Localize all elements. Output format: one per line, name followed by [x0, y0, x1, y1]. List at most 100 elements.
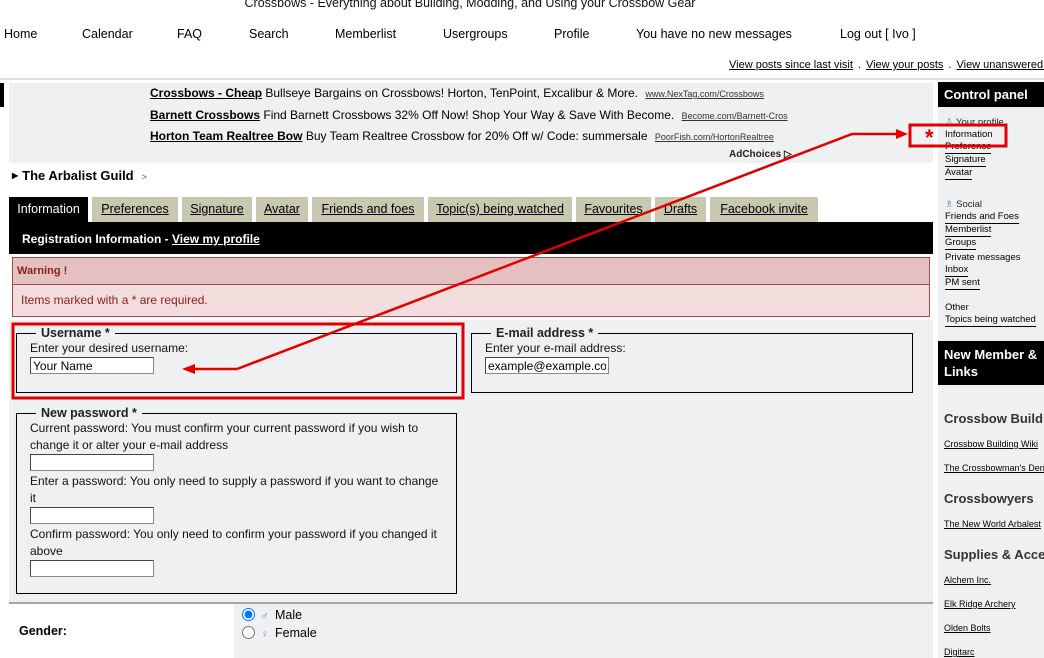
cp-pm-heading: Private messages: [945, 252, 1021, 263]
header-divider: [0, 78, 1044, 80]
cp-pm-sent[interactable]: PM sent: [945, 277, 980, 290]
tab-drafts[interactable]: Drafts: [655, 197, 706, 222]
gender-female-label: Female: [275, 626, 317, 640]
tab-facebook-invite[interactable]: Facebook invite: [710, 197, 818, 222]
nav-memberlist[interactable]: Memberlist: [335, 27, 396, 41]
cp-inbox[interactable]: Inbox: [945, 264, 969, 277]
nav-profile[interactable]: Profile: [554, 27, 589, 41]
current-password-input[interactable]: [30, 454, 154, 471]
tab-preferences[interactable]: Preferences: [92, 197, 178, 222]
view-profile-link[interactable]: View my profile: [172, 232, 260, 246]
users-icon: ♗: [945, 199, 954, 210]
user-icon: ♙: [945, 117, 954, 128]
ad-text: Find Barnett Crossbows 32% Off Now! Shop…: [263, 108, 675, 122]
ad-block: Crossbows - Cheap Bullseye Bargains on C…: [9, 83, 933, 163]
tab-topics-watched[interactable]: Topic(s) being watched: [428, 197, 572, 222]
links-category: Crossbow Building: [944, 411, 1044, 426]
cp-groups[interactable]: Groups: [945, 237, 977, 250]
nav-logout[interactable]: Log out [ Ivo ]: [840, 27, 916, 41]
username-input[interactable]: [30, 357, 154, 374]
control-panel-title: Control panel: [938, 82, 1044, 107]
nav-home[interactable]: Home: [4, 27, 37, 41]
quick-links: View posts since last visit. View your po…: [729, 59, 1044, 71]
username-legend: Username *: [41, 326, 110, 340]
tab-avatar[interactable]: Avatar: [256, 197, 308, 222]
email-input[interactable]: [485, 357, 609, 374]
new-password-label: Enter a password: You only need to suppl…: [30, 474, 439, 505]
link-item[interactable]: Elk Ridge Archery: [944, 599, 1016, 609]
link-unanswered-posts[interactable]: View unanswered posts: [956, 59, 1044, 71]
ad-item: Barnett Crossbows Find Barnett Crossbows…: [150, 108, 788, 122]
password-fieldset: New password * Current password: You mus…: [16, 406, 457, 594]
link-item[interactable]: Alchem Inc.: [944, 575, 991, 585]
left-edge-bar: [0, 83, 4, 107]
ad-title[interactable]: Barnett Crossbows: [150, 108, 260, 122]
gender-radio-female[interactable]: [242, 626, 255, 639]
password-legend: New password *: [41, 406, 137, 420]
right-sidebar: Control panel ♙ Your profile Information…: [938, 82, 1044, 658]
breadcrumb-separator: >: [141, 172, 147, 182]
nav-calendar[interactable]: Calendar: [82, 27, 133, 41]
breadcrumb: ▶ The Arbalist Guild >: [12, 168, 147, 183]
breadcrumb-forum[interactable]: The Arbalist Guild: [22, 168, 133, 183]
adchoices-label: AdChoices: [729, 149, 782, 160]
warning-message: Items marked with a * are required.: [21, 293, 208, 307]
nav-usergroups[interactable]: Usergroups: [443, 27, 508, 41]
cp-other-group: Other Topics being watched: [945, 302, 1036, 327]
ad-title[interactable]: Horton Team Realtree Bow: [150, 129, 302, 143]
cp-information[interactable]: Information: [945, 129, 1004, 141]
cp-topics-watched[interactable]: Topics being watched: [945, 314, 1036, 327]
username-fieldset: Username * Enter your desired username:: [16, 326, 457, 393]
links-category: Crossbowyers: [944, 491, 1034, 506]
nav-messages[interactable]: You have no new messages: [636, 27, 792, 41]
links-title: New Member & Links: [938, 341, 1044, 385]
confirm-password-label: Confirm password: You only need to confi…: [30, 527, 437, 558]
confirm-password-input[interactable]: [30, 560, 154, 577]
tab-signature[interactable]: Signature: [182, 197, 252, 222]
nav-search[interactable]: Search: [249, 27, 289, 41]
profile-form: Username * Enter your desired username: …: [9, 320, 933, 602]
section-header: Registration Information - View my profi…: [9, 222, 933, 254]
cp-preference[interactable]: Preference: [945, 141, 992, 154]
cp-other-heading: Other: [945, 302, 969, 313]
cp-profile-group: ♙ Your profile Information Preference Si…: [945, 117, 1004, 180]
male-icon: ♂: [261, 611, 269, 622]
link-item[interactable]: Digitarc: [944, 647, 975, 657]
site-title: Crossbows - Everything about Building, M…: [244, 0, 696, 10]
cp-avatar[interactable]: Avatar: [945, 167, 973, 180]
link-your-posts[interactable]: View your posts: [866, 59, 943, 71]
female-icon: ♀: [261, 629, 269, 640]
tab-information[interactable]: Information: [9, 197, 88, 222]
ad-url[interactable]: Become.com/Barnett-Cros: [682, 111, 788, 121]
email-legend: E-mail address *: [496, 326, 594, 340]
cp-memberlist[interactable]: Memberlist: [945, 224, 992, 237]
ad-item: Horton Team Realtree Bow Buy Team Realtr…: [150, 129, 774, 143]
ad-url[interactable]: www.NexTag.com/Crossbows: [645, 89, 764, 99]
gender-row: Gender: ♂ Male ♀ Female: [9, 602, 933, 658]
email-fieldset: E-mail address * Enter your e-mail addre…: [471, 326, 913, 393]
tab-friends-and-foes[interactable]: Friends and foes: [312, 197, 424, 222]
ad-url[interactable]: PoorFish.com/HortonRealtree: [655, 132, 774, 142]
current-password-label: Current password: You must confirm your …: [30, 421, 419, 452]
link-posts-since-last-visit[interactable]: View posts since last visit: [729, 59, 853, 71]
link-item[interactable]: The Crossbowman's Den: [944, 463, 1044, 473]
new-password-input[interactable]: [30, 507, 154, 524]
triangle-icon: ▶: [12, 171, 19, 180]
ad-item: Crossbows - Cheap Bullseye Bargains on C…: [150, 86, 764, 100]
link-item[interactable]: Olden Bolts: [944, 623, 991, 633]
tab-favourites[interactable]: Favourites: [576, 197, 651, 222]
gender-options: ♂ Male ♀ Female: [234, 604, 933, 658]
cp-friends-foes[interactable]: Friends and Foes: [945, 211, 1019, 224]
ad-title[interactable]: Crossbows - Cheap: [150, 86, 262, 100]
nav-faq[interactable]: FAQ: [177, 27, 202, 41]
link-item[interactable]: Crossbow Building Wiki: [944, 439, 1038, 449]
cp-signature[interactable]: Signature: [945, 154, 986, 167]
gender-option-male[interactable]: ♂ Male: [242, 607, 925, 625]
ad-text: Buy Team Realtree Crossbow for 20% Off w…: [305, 129, 648, 143]
cp-social-heading: ♗ Social: [945, 199, 983, 210]
gender-option-female[interactable]: ♀ Female: [242, 625, 925, 643]
gender-radio-male[interactable]: [242, 608, 255, 621]
adchoices-link[interactable]: AdChoices ▷: [729, 149, 792, 160]
adchoices-icon: ▷: [784, 149, 792, 160]
link-item[interactable]: The New World Arbalest: [944, 519, 1041, 529]
